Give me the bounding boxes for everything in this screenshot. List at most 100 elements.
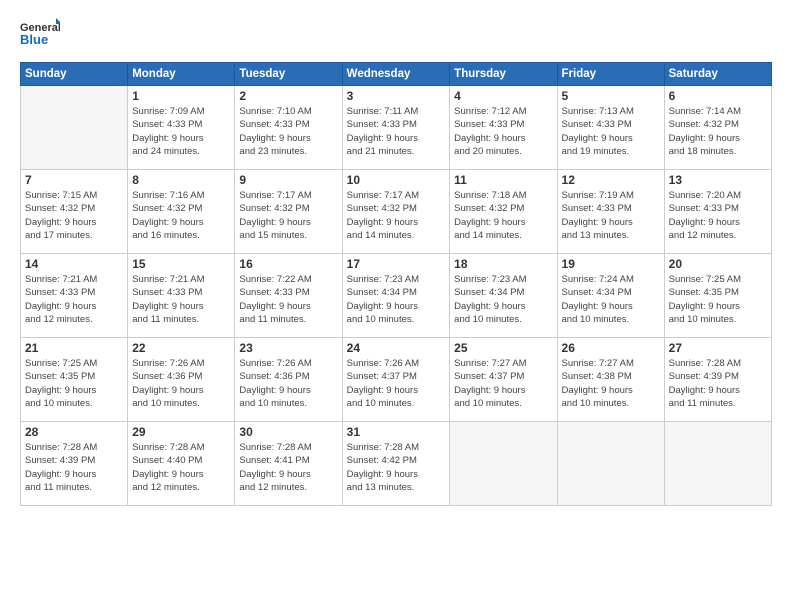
day-number: 29	[132, 425, 230, 439]
day-info: Sunrise: 7:11 AMSunset: 4:33 PMDaylight:…	[347, 105, 446, 158]
day-info: Sunrise: 7:10 AMSunset: 4:33 PMDaylight:…	[239, 105, 337, 158]
day-info: Sunrise: 7:22 AMSunset: 4:33 PMDaylight:…	[239, 273, 337, 326]
day-info: Sunrise: 7:25 AMSunset: 4:35 PMDaylight:…	[25, 357, 123, 410]
day-info: Sunrise: 7:23 AMSunset: 4:34 PMDaylight:…	[347, 273, 446, 326]
day-number: 17	[347, 257, 446, 271]
weekday-header-thursday: Thursday	[450, 63, 557, 86]
weekday-header-tuesday: Tuesday	[235, 63, 342, 86]
day-number: 15	[132, 257, 230, 271]
day-number: 5	[562, 89, 660, 103]
day-info: Sunrise: 7:28 AMSunset: 4:39 PMDaylight:…	[25, 441, 123, 494]
calendar-cell: 26 Sunrise: 7:27 AMSunset: 4:38 PMDayligh…	[557, 338, 664, 422]
day-info: Sunrise: 7:26 AMSunset: 4:36 PMDaylight:…	[239, 357, 337, 410]
calendar-cell: 6Sunrise: 7:14 AMSunset: 4:32 PMDaylight…	[664, 86, 771, 170]
day-number: 13	[669, 173, 767, 187]
day-number: 31	[347, 425, 446, 439]
weekday-header-wednesday: Wednesday	[342, 63, 450, 86]
calendar-cell: 13 Sunrise: 7:20 AMSunset: 4:33 PMDayligh…	[664, 170, 771, 254]
calendar-table: SundayMondayTuesdayWednesdayThursdayFrid…	[20, 62, 772, 506]
day-info: Sunrise: 7:26 AMSunset: 4:36 PMDaylight:…	[132, 357, 230, 410]
day-number: 6	[669, 89, 767, 103]
day-info: Sunrise: 7:17 AMSunset: 4:32 PMDaylight:…	[347, 189, 446, 242]
calendar-cell: 12Sunrise: 7:19 AMSunset: 4:33 PMDayligh…	[557, 170, 664, 254]
day-number: 9	[239, 173, 337, 187]
day-info: Sunrise: 7:25 AMSunset: 4:35 PMDaylight:…	[669, 273, 767, 326]
calendar-week-1: 1Sunrise: 7:09 AMSunset: 4:33 PMDaylight…	[21, 86, 772, 170]
calendar-cell: 29 Sunrise: 7:28 AMSunset: 4:40 PMDayligh…	[128, 422, 235, 506]
calendar-cell: 23 Sunrise: 7:26 AMSunset: 4:36 PMDayligh…	[235, 338, 342, 422]
day-number: 25	[454, 341, 552, 355]
calendar-week-3: 14 Sunrise: 7:21 AMSunset: 4:33 PMDayligh…	[21, 254, 772, 338]
day-info: Sunrise: 7:16 AMSunset: 4:32 PMDaylight:…	[132, 189, 230, 242]
calendar-week-5: 28 Sunrise: 7:28 AMSunset: 4:39 PMDayligh…	[21, 422, 772, 506]
header: General Blue	[20, 16, 772, 52]
day-number: 28	[25, 425, 123, 439]
weekday-header-friday: Friday	[557, 63, 664, 86]
day-info: Sunrise: 7:12 AMSunset: 4:33 PMDaylight:…	[454, 105, 552, 158]
day-info: Sunrise: 7:21 AMSunset: 4:33 PMDaylight:…	[25, 273, 123, 326]
calendar-cell: 9 Sunrise: 7:17 AMSunset: 4:32 PMDaylight…	[235, 170, 342, 254]
day-number: 16	[239, 257, 337, 271]
day-info: Sunrise: 7:13 AMSunset: 4:33 PMDaylight:…	[562, 105, 660, 158]
day-number: 18	[454, 257, 552, 271]
page: General Blue SundayMondayTuesdayWednesda…	[0, 0, 792, 612]
calendar-cell: 17 Sunrise: 7:23 AMSunset: 4:34 PMDayligh…	[342, 254, 450, 338]
calendar-cell	[450, 422, 557, 506]
day-number: 3	[347, 89, 446, 103]
day-number: 27	[669, 341, 767, 355]
calendar-cell: 16 Sunrise: 7:22 AMSunset: 4:33 PMDayligh…	[235, 254, 342, 338]
calendar-cell: 11 Sunrise: 7:18 AMSunset: 4:32 PMDayligh…	[450, 170, 557, 254]
day-info: Sunrise: 7:27 AMSunset: 4:38 PMDaylight:…	[562, 357, 660, 410]
calendar-cell: 28 Sunrise: 7:28 AMSunset: 4:39 PMDayligh…	[21, 422, 128, 506]
day-number: 20	[669, 257, 767, 271]
day-info: Sunrise: 7:28 AMSunset: 4:41 PMDaylight:…	[239, 441, 337, 494]
day-number: 4	[454, 89, 552, 103]
calendar-week-2: 7Sunrise: 7:15 AMSunset: 4:32 PMDaylight…	[21, 170, 772, 254]
calendar-cell: 19 Sunrise: 7:24 AMSunset: 4:34 PMDayligh…	[557, 254, 664, 338]
day-number: 10	[347, 173, 446, 187]
logo: General Blue	[20, 16, 60, 52]
day-number: 21	[25, 341, 123, 355]
weekday-header-sunday: Sunday	[21, 63, 128, 86]
day-number: 11	[454, 173, 552, 187]
calendar-cell: 1Sunrise: 7:09 AMSunset: 4:33 PMDaylight…	[128, 86, 235, 170]
day-info: Sunrise: 7:20 AMSunset: 4:33 PMDaylight:…	[669, 189, 767, 242]
day-number: 19	[562, 257, 660, 271]
calendar-cell: 15 Sunrise: 7:21 AMSunset: 4:33 PMDayligh…	[128, 254, 235, 338]
day-number: 30	[239, 425, 337, 439]
day-info: Sunrise: 7:15 AMSunset: 4:32 PMDaylight:…	[25, 189, 123, 242]
day-number: 24	[347, 341, 446, 355]
day-info: Sunrise: 7:24 AMSunset: 4:34 PMDaylight:…	[562, 273, 660, 326]
day-info: Sunrise: 7:18 AMSunset: 4:32 PMDaylight:…	[454, 189, 552, 242]
calendar-cell: 21 Sunrise: 7:25 AMSunset: 4:35 PMDayligh…	[21, 338, 128, 422]
calendar-cell: 27 Sunrise: 7:28 AMSunset: 4:39 PMDayligh…	[664, 338, 771, 422]
calendar-cell: 18Sunrise: 7:23 AMSunset: 4:34 PMDayligh…	[450, 254, 557, 338]
calendar-cell: 31 Sunrise: 7:28 AMSunset: 4:42 PMDayligh…	[342, 422, 450, 506]
calendar-cell: 14 Sunrise: 7:21 AMSunset: 4:33 PMDayligh…	[21, 254, 128, 338]
day-info: Sunrise: 7:26 AMSunset: 4:37 PMDaylight:…	[347, 357, 446, 410]
day-number: 23	[239, 341, 337, 355]
day-info: Sunrise: 7:21 AMSunset: 4:33 PMDaylight:…	[132, 273, 230, 326]
day-info: Sunrise: 7:28 AMSunset: 4:42 PMDaylight:…	[347, 441, 446, 494]
calendar-cell: 20 Sunrise: 7:25 AMSunset: 4:35 PMDayligh…	[664, 254, 771, 338]
calendar-cell: 30 Sunrise: 7:28 AMSunset: 4:41 PMDayligh…	[235, 422, 342, 506]
calendar-week-4: 21 Sunrise: 7:25 AMSunset: 4:35 PMDayligh…	[21, 338, 772, 422]
calendar-cell	[21, 86, 128, 170]
day-number: 22	[132, 341, 230, 355]
calendar-cell: 3 Sunrise: 7:11 AMSunset: 4:33 PMDaylight…	[342, 86, 450, 170]
day-number: 8	[132, 173, 230, 187]
weekday-header-saturday: Saturday	[664, 63, 771, 86]
day-number: 1	[132, 89, 230, 103]
logo-svg: General Blue	[20, 16, 60, 52]
day-info: Sunrise: 7:28 AMSunset: 4:39 PMDaylight:…	[669, 357, 767, 410]
day-number: 26	[562, 341, 660, 355]
weekday-header-row: SundayMondayTuesdayWednesdayThursdayFrid…	[21, 63, 772, 86]
day-info: Sunrise: 7:17 AMSunset: 4:32 PMDaylight:…	[239, 189, 337, 242]
day-number: 2	[239, 89, 337, 103]
calendar-cell: 24 Sunrise: 7:26 AMSunset: 4:37 PMDayligh…	[342, 338, 450, 422]
calendar-cell	[664, 422, 771, 506]
day-number: 14	[25, 257, 123, 271]
calendar-cell: 25 Sunrise: 7:27 AMSunset: 4:37 PMDayligh…	[450, 338, 557, 422]
day-info: Sunrise: 7:27 AMSunset: 4:37 PMDaylight:…	[454, 357, 552, 410]
day-info: Sunrise: 7:28 AMSunset: 4:40 PMDaylight:…	[132, 441, 230, 494]
